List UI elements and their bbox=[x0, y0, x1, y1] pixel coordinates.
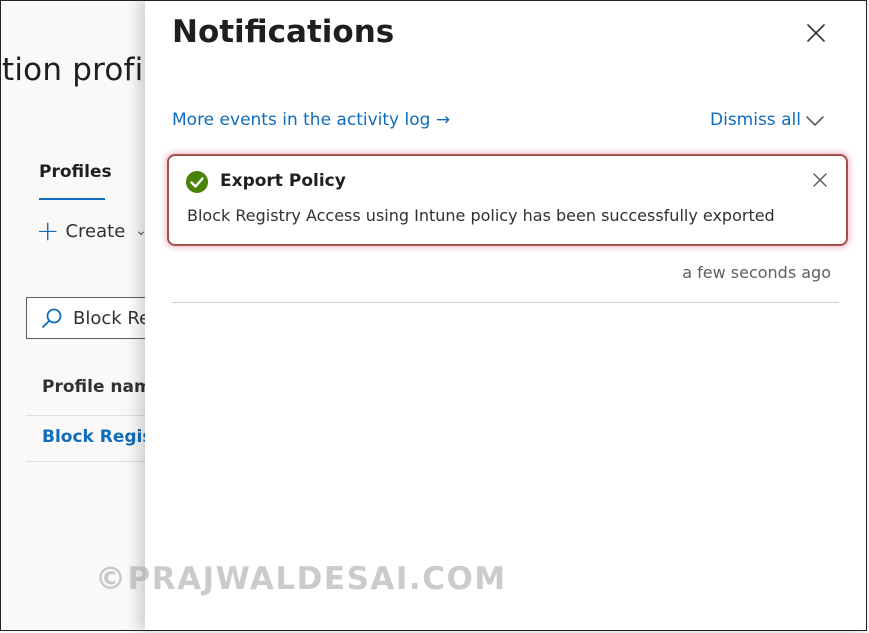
image-border bbox=[0, 0, 867, 631]
